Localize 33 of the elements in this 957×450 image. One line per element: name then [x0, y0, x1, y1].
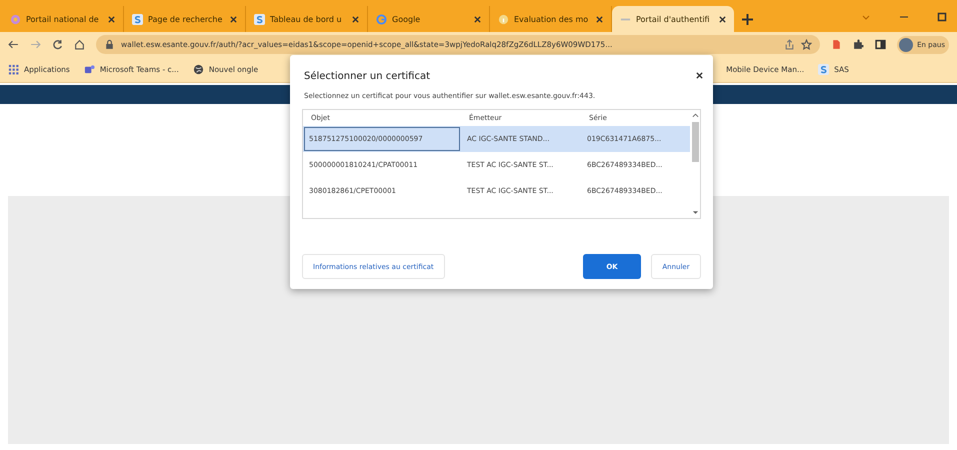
flower-icon: [10, 14, 21, 24]
maximize-icon[interactable]: [937, 12, 947, 22]
s-logo-icon: [254, 14, 265, 24]
lock-icon: [104, 39, 115, 50]
scroll-down-icon[interactable]: [692, 210, 698, 215]
close-tab-icon[interactable]: [230, 16, 237, 22]
s-logo-icon: [132, 14, 143, 24]
close-tab-icon[interactable]: [719, 16, 726, 22]
avatar-icon: [899, 38, 914, 52]
close-tab-icon[interactable]: [108, 16, 115, 22]
reload-icon[interactable]: [52, 39, 63, 50]
google-icon: [376, 14, 387, 24]
browser-tab[interactable]: Portail d'authentifi: [612, 6, 734, 32]
sidebar-icon[interactable]: [875, 39, 886, 50]
dialog-title: Sélectionner un certificat: [304, 71, 430, 82]
extension-icon[interactable]: [831, 39, 842, 50]
star-icon[interactable]: [801, 39, 812, 50]
puzzle-icon[interactable]: [853, 39, 864, 50]
home-icon[interactable]: [74, 39, 85, 50]
close-tab-icon[interactable]: [474, 16, 481, 22]
back-icon[interactable]: [8, 39, 19, 50]
globe-icon: [192, 64, 204, 75]
scroll-up-icon[interactable]: [692, 113, 698, 118]
close-tab-icon[interactable]: [352, 16, 359, 22]
close-icon[interactable]: [696, 72, 703, 79]
close-tab-icon[interactable]: [596, 16, 603, 22]
info-icon: [498, 14, 509, 24]
share-icon[interactable]: [784, 39, 796, 50]
teams-icon: [84, 64, 95, 75]
apps-grid-icon: [8, 64, 19, 75]
scrollbar-thumb[interactable]: [692, 122, 698, 162]
new-tab-icon[interactable]: [742, 14, 753, 25]
s-logo-icon: [818, 64, 830, 75]
